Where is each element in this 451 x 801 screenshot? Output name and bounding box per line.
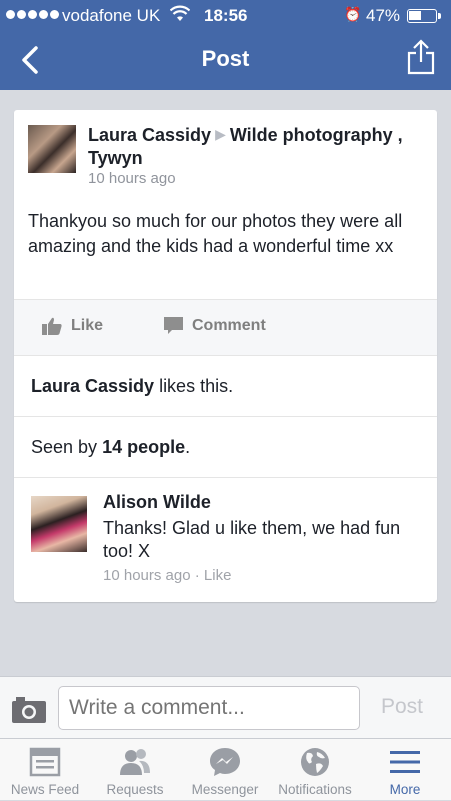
- menu-icon: [390, 751, 420, 773]
- share-button[interactable]: [406, 38, 436, 76]
- post-body: Thankyou so much for our photos they wer…: [28, 211, 403, 256]
- tab-news-feed[interactable]: News Feed: [0, 739, 90, 801]
- comment-body: Thanks! Glad u like them, we had fun too…: [103, 518, 401, 561]
- seen-prefix: Seen by: [31, 437, 103, 457]
- comment-like-link[interactable]: Like: [204, 567, 232, 584]
- tab-bar: News Feed Requests Messenger Notificatio…: [0, 738, 451, 800]
- divider: [14, 416, 437, 417]
- like-label: Like: [71, 317, 104, 334]
- wifi-icon: [169, 5, 191, 28]
- seen-count: 14 people: [102, 437, 186, 457]
- seen-by-summary[interactable]: Seen by 14 people.: [31, 437, 190, 458]
- tab-messenger[interactable]: Messenger: [180, 739, 270, 801]
- post-actions: Like Comment: [14, 299, 437, 356]
- top-bar: vodafone UK 18:56 ⏰ 47% Post: [0, 0, 451, 90]
- post-comment-button[interactable]: Post: [381, 695, 423, 719]
- page-title: Post: [201, 46, 250, 71]
- author-name[interactable]: Laura Cassidy: [88, 125, 211, 145]
- share-icon: [407, 39, 435, 75]
- requests-icon: [120, 749, 150, 775]
- seen-suffix: .: [185, 437, 191, 457]
- comment-timestamp: 10 hours ago: [103, 567, 191, 584]
- comment-composer: Post: [0, 676, 451, 738]
- like-button[interactable]: Like: [42, 317, 103, 335]
- comment-button[interactable]: Comment: [164, 317, 266, 335]
- messenger-icon: [210, 748, 240, 776]
- tab-requests[interactable]: Requests: [90, 739, 180, 801]
- signal-icon: [6, 10, 59, 19]
- likes-summary: Laura Cassidy likes this.: [31, 376, 233, 397]
- battery-percent: 47%: [366, 6, 401, 25]
- author-avatar[interactable]: [28, 125, 76, 173]
- comment-input[interactable]: [58, 686, 360, 730]
- commenter-name[interactable]: Alison Wilde: [103, 492, 211, 513]
- camera-button[interactable]: [12, 697, 46, 723]
- commenter-avatar[interactable]: [31, 496, 87, 552]
- news-feed-icon: [29, 747, 61, 777]
- tab-label: Requests: [106, 782, 164, 797]
- tab-label: News Feed: [10, 782, 80, 797]
- tab-notifications[interactable]: Notifications: [270, 739, 360, 801]
- tab-more[interactable]: More: [360, 739, 450, 801]
- tab-label: Messenger: [191, 782, 259, 797]
- alarm-icon: ⏰: [344, 6, 362, 22]
- globe-icon: [301, 748, 329, 776]
- post-header: Laura Cassidy ▶ Wilde photography , Tywyn: [88, 123, 418, 170]
- battery-icon: [407, 9, 441, 23]
- comment-label: Comment: [192, 317, 266, 334]
- post-card: Laura Cassidy ▶ Wilde photography , Tywyn …: [14, 110, 437, 602]
- tab-label: Notifications: [278, 782, 352, 797]
- arrow-right-icon: ▶: [215, 126, 226, 142]
- likes-suffix: likes this.: [154, 376, 234, 396]
- clock: 18:56: [204, 6, 248, 25]
- comment-icon: [164, 317, 183, 334]
- thumbs-up-icon: [42, 317, 62, 335]
- camera-icon: [12, 697, 46, 723]
- meta-separator: ·: [190, 567, 204, 584]
- post-timestamp[interactable]: 10 hours ago: [88, 170, 176, 187]
- carrier-label: vodafone UK: [62, 6, 161, 25]
- status-bar: vodafone UK 18:56 ⏰ 47%: [0, 0, 451, 32]
- comment-meta: 10 hours ago · Like: [103, 567, 231, 584]
- divider: [14, 477, 437, 478]
- liker-name[interactable]: Laura Cassidy: [31, 376, 154, 396]
- tab-label: More: [389, 782, 421, 797]
